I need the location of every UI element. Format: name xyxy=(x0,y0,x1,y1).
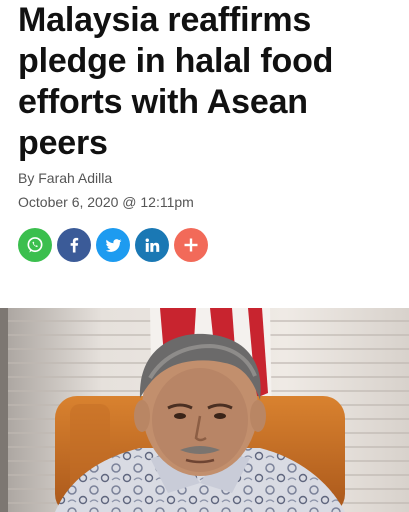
article-photo-image xyxy=(0,308,409,512)
headline-line-2: pledge in halal food xyxy=(18,42,334,80)
facebook-icon xyxy=(70,237,79,253)
plus-icon xyxy=(184,238,198,252)
whatsapp-share-button[interactable] xyxy=(18,228,52,262)
article-date: October 6, 2020 @ 12:11pm xyxy=(18,194,194,210)
article-headline: Malaysia reaffirms pledge in halal food … xyxy=(18,0,398,164)
linkedin-icon xyxy=(145,238,159,252)
more-share-button[interactable] xyxy=(174,228,208,262)
twitter-share-button[interactable] xyxy=(96,228,130,262)
headline-line-3: efforts with Asean xyxy=(18,83,308,121)
whatsapp-icon xyxy=(27,237,43,253)
facebook-share-button[interactable] xyxy=(57,228,91,262)
linkedin-share-button[interactable] xyxy=(135,228,169,262)
article-byline[interactable]: By Farah Adilla xyxy=(18,170,112,186)
twitter-icon xyxy=(105,238,121,252)
share-bar xyxy=(18,228,208,262)
article-photo xyxy=(0,308,409,512)
headline-line-1: Malaysia reaffirms xyxy=(18,1,312,39)
headline-line-4: peers xyxy=(18,124,108,162)
